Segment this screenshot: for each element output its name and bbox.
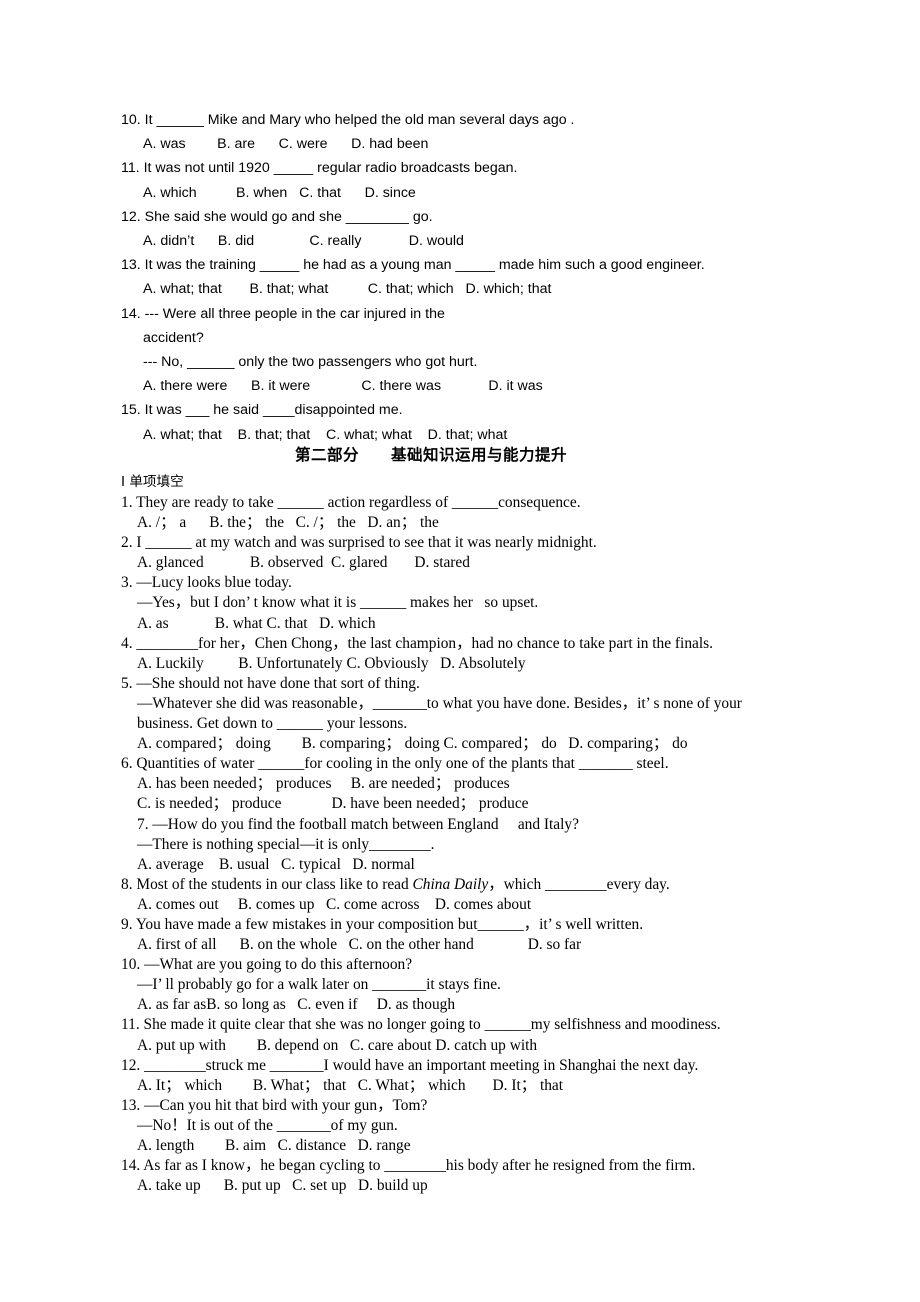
- newspaper-title-china-daily: China Daily: [412, 875, 489, 893]
- question-options-p2-14: A. take up B. put up C. set up D. build …: [137, 1177, 428, 1195]
- question-stem-p2-8-prefix: 8. Most of the students in our class lik…: [121, 875, 413, 893]
- question-stem-p1-13: 13. It was the training _____ he had as …: [121, 257, 705, 274]
- question-stem-p2-5: 5. —She should not have done that sort o…: [121, 674, 420, 692]
- question-stem-p2-8-suffix: ，which ________every day.: [488, 875, 670, 893]
- question-options-p2-1: A. /； a B. the； the C. /； the D. an； the: [137, 514, 439, 532]
- question-options-p1-10: A. was B. are C. were D. had been: [143, 136, 429, 153]
- question-continuation-p2-13: —No！It is out of the _______of my gun.: [137, 1116, 398, 1134]
- question-options-p2-2: A. glanced B. observed C. glared D. star…: [137, 554, 470, 572]
- question-stem-p2-2: 2. I ______ at my watch and was surprise…: [121, 534, 597, 552]
- question-stem-p1-12: 12. She said she would go and she ______…: [121, 208, 433, 225]
- question-options-p2-6-line1: A. has been needed； produces B. are need…: [137, 775, 510, 793]
- question-stem-p1-14: 14. --- Were all three people in the car…: [121, 305, 445, 322]
- question-stem-p2-14: 14. As far as I know，he began cycling to…: [121, 1157, 696, 1175]
- question-stem-p2-9: 9. You have made a few mistakes in your …: [121, 915, 644, 933]
- part1-question-block: 10. It ______ Mike and Mary who helped t…: [121, 108, 821, 447]
- question-options-p2-3: A. as B. what C. that D. which: [137, 614, 376, 632]
- question-continuation-p2-5-b: business. Get down to ______ your lesson…: [137, 715, 408, 733]
- question-options-p2-6-line2: C. is needed； produce D. have been neede…: [137, 795, 529, 813]
- question-options-p2-4: A. Luckily B. Unfortunately C. Obviously…: [137, 654, 526, 672]
- question-options-p2-10: A. as far asB. so long as C. even if D. …: [137, 996, 456, 1014]
- question-continuation-p1-14-a: accident?: [143, 329, 204, 346]
- question-options-p1-11: A. which B. when C. that D. since: [143, 184, 416, 201]
- question-options-p2-5: A. compared； doing B. comparing； doing C…: [137, 735, 688, 753]
- question-stem-p2-11: 11. She made it quite clear that she was…: [121, 1016, 721, 1034]
- question-options-p2-13: A. length B. aim C. distance D. range: [137, 1137, 411, 1154]
- exam-worksheet-page: 10. It ______ Mike and Mary who helped t…: [0, 0, 920, 1302]
- question-options-p2-9: A. first of all B. on the whole C. on th…: [137, 936, 582, 954]
- question-options-p1-14: A. there were B. it were C. there was D.…: [143, 378, 543, 395]
- question-options-p1-13: A. what; that B. that; what C. that; whi…: [143, 281, 552, 298]
- question-stem-p1-11: 11. It was not until 1920 _____ regular …: [121, 160, 518, 177]
- question-stem-p2-6: 6. Quantities of water ______for cooling…: [121, 755, 669, 773]
- question-continuation-p1-14-b: --- No, ______ only the two passengers w…: [143, 354, 478, 371]
- question-stem-p2-10: 10. —What are you going to do this after…: [121, 956, 413, 974]
- question-stem-p2-3: 3. —Lucy looks blue today.: [121, 574, 292, 592]
- question-continuation-p2-5-a: —Whatever she did was reasonable，_______…: [137, 694, 742, 712]
- question-stem-p2-13: 13. —Can you hit that bird with your gun…: [121, 1096, 428, 1114]
- part2-question-block: Ⅰ 单项填空 1. They are ready to take ______ …: [121, 472, 861, 1196]
- question-stem-p1-10: 10. It ______ Mike and Mary who helped t…: [121, 112, 575, 128]
- question-stem-p2-8: 8. Most of the students in our class lik…: [121, 875, 861, 895]
- subsection-label-multiple-choice: Ⅰ 单项填空: [121, 474, 184, 490]
- section-heading-part-two: 第二部分 基础知识运用与能力提升: [294, 446, 567, 464]
- question-options-p1-12: A. didn’t B. did C. really D. would: [143, 233, 464, 250]
- question-options-p2-8: A. comes out B. comes up C. come across …: [137, 895, 532, 913]
- question-options-p2-7: A. average B. usual C. typical D. normal: [137, 855, 415, 873]
- question-continuation-p2-3: —Yes，but I don’ t know what it is ______…: [137, 594, 539, 612]
- question-stem-p2-12: 12. ________struck me _______I would hav…: [121, 1056, 699, 1074]
- question-options-p2-11: A. put up with B. depend on C. care abou…: [137, 1036, 538, 1054]
- question-stem-p2-7: 7. —How do you find the football match b…: [137, 815, 579, 833]
- question-stem-p1-15: 15. It was ___ he said ____disappointed …: [121, 402, 403, 419]
- question-continuation-p2-10: —I’ ll probably go for a walk later on _…: [137, 976, 501, 994]
- question-stem-p2-1: 1. They are ready to take ______ action …: [121, 494, 581, 511]
- question-continuation-p2-7: —There is nothing special—it is only____…: [137, 835, 435, 853]
- question-options-p2-12: A. It； which B. What； that C. What； whic…: [137, 1076, 564, 1094]
- question-stem-p2-4: 4. ________for her，Chen Chong，the last c…: [121, 634, 713, 652]
